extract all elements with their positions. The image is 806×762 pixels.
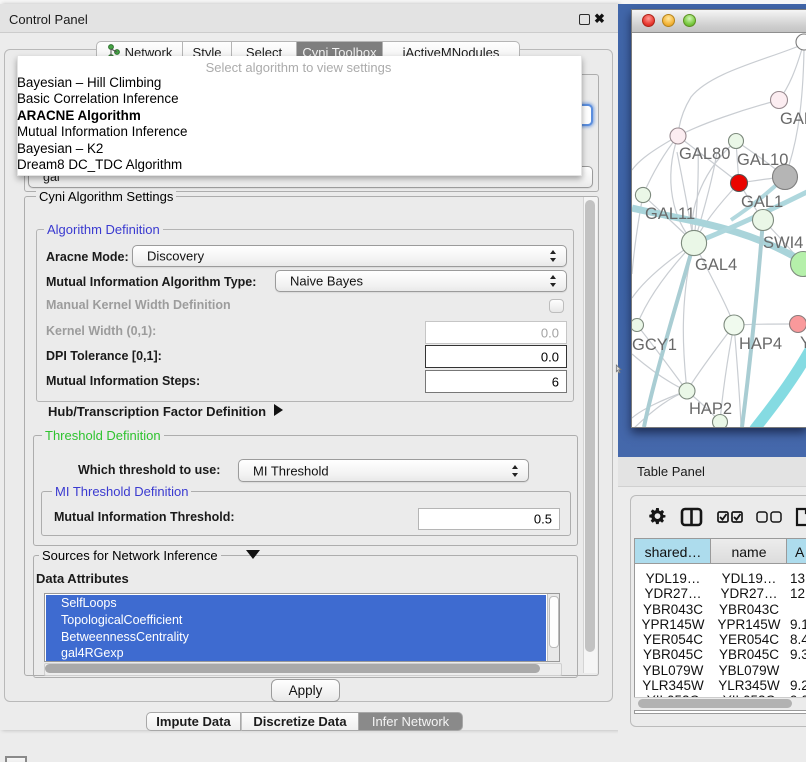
svg-text:SWI4: SWI4: [763, 234, 803, 252]
svg-text:GAL1: GAL1: [741, 193, 783, 211]
svg-text:GAL10: GAL10: [737, 151, 788, 169]
svg-text:HAP4: HAP4: [739, 335, 782, 353]
svg-text:GCY1: GCY1: [632, 336, 677, 354]
svg-text:GAL4: GAL4: [695, 256, 737, 274]
svg-text:GAL: GAL: [780, 110, 806, 128]
svg-text:GAL11: GAL11: [645, 205, 695, 223]
svg-text:GAL80: GAL80: [679, 145, 730, 163]
svg-text:Y: Y: [800, 334, 806, 352]
svg-text:HAP2: HAP2: [689, 400, 732, 418]
